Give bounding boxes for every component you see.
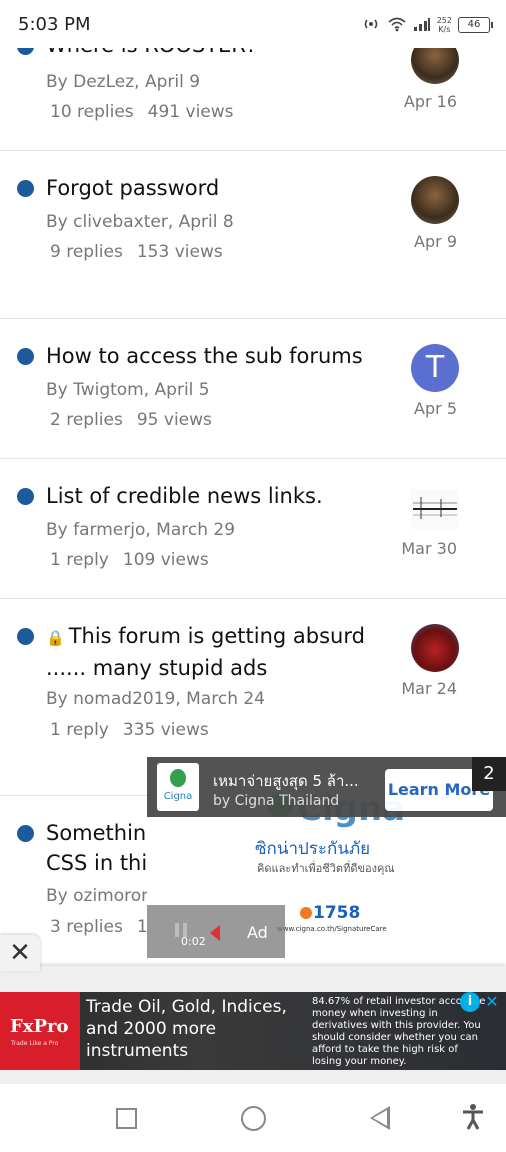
battery-icon: 46 bbox=[458, 17, 493, 33]
fxpro-tagline: Trade Like a Pro bbox=[11, 1040, 59, 1047]
hotspot-icon bbox=[361, 16, 381, 35]
ad-close-icon[interactable]: ✕ bbox=[482, 992, 502, 1012]
topic-stats: 1 reply 109 views bbox=[50, 550, 209, 570]
topic-row[interactable]: List of credible news links. By farmerjo… bbox=[0, 459, 506, 599]
ad-url: www.cigna.co.th/SignatureCare bbox=[277, 925, 387, 933]
lock-icon: 🔒 bbox=[46, 629, 65, 647]
topic-title-text: This forum is getting absurd ...... many… bbox=[46, 624, 365, 680]
reply-count: 3 replies bbox=[50, 917, 123, 937]
unread-dot-icon bbox=[17, 628, 34, 645]
status-bar: 5:03 PM 252 K/s 46 bbox=[0, 0, 506, 48]
video-ad[interactable]: Cigna ซิกน่าประกันภัย คิดและทำเพื่อชีวิต… bbox=[147, 757, 506, 958]
view-count: 491 views bbox=[147, 102, 234, 122]
topic-author[interactable]: By Twigtom, April 5 bbox=[46, 380, 210, 400]
ad-phone: 1758 bbox=[313, 903, 361, 923]
status-time: 5:03 PM bbox=[18, 14, 91, 35]
avatar[interactable] bbox=[411, 176, 459, 224]
unread-dot-icon bbox=[17, 180, 34, 197]
banner-headline[interactable]: Trade Oil, Gold, Indices, and 2000 more … bbox=[86, 996, 306, 1062]
last-post-date[interactable]: Mar 24 bbox=[401, 679, 457, 698]
signal-icon bbox=[413, 16, 431, 35]
back-icon[interactable] bbox=[370, 1106, 390, 1130]
home-icon[interactable] bbox=[241, 1106, 266, 1131]
ad-count-badge: 2 bbox=[472, 757, 506, 791]
unread-dot-icon bbox=[17, 488, 34, 505]
fxpro-logo[interactable]: FxPro Trade Like a Pro bbox=[0, 992, 80, 1070]
mute-speaker-icon[interactable] bbox=[210, 925, 220, 941]
topic-row[interactable]: Forgot password By clivebaxter, April 8 … bbox=[0, 151, 506, 319]
accessibility-icon[interactable] bbox=[462, 1104, 484, 1136]
avatar[interactable] bbox=[411, 624, 459, 672]
ad-info-bar[interactable]: Cigna เหมาจ่ายสูงสุด 5 ล้า... by Cigna T… bbox=[147, 757, 506, 817]
last-post-date[interactable]: Apr 5 bbox=[414, 399, 457, 418]
topic-title[interactable]: List of credible news links. bbox=[46, 481, 386, 511]
advertiser-logo[interactable]: Cigna bbox=[157, 763, 199, 811]
logo-text: Cigna bbox=[163, 791, 193, 802]
ad-subtagline: คิดและทำเพื่อชีวิตที่ดีของคุณ bbox=[257, 862, 395, 875]
close-icon[interactable]: ✕ bbox=[0, 935, 40, 971]
adchoices-icon[interactable]: i bbox=[460, 992, 480, 1012]
navigation-bar bbox=[0, 1084, 506, 1152]
ad-byline: by Cigna Thailand bbox=[213, 793, 340, 809]
view-count: 95 views bbox=[136, 410, 212, 430]
topic-stats: 1 reply 335 views bbox=[50, 720, 209, 740]
view-count: 153 views bbox=[136, 242, 223, 262]
last-post-date[interactable]: Mar 30 bbox=[401, 539, 457, 558]
net-speed-value: 252 bbox=[436, 16, 452, 25]
video-timer: 0:02 bbox=[181, 935, 206, 948]
unread-dot-icon bbox=[17, 825, 34, 842]
topic-author[interactable]: By ozimoron bbox=[46, 886, 152, 906]
topic-title[interactable]: How to access the sub forums bbox=[46, 341, 406, 371]
recent-apps-icon[interactable] bbox=[116, 1108, 137, 1129]
reply-count: 1 reply bbox=[50, 550, 109, 570]
net-speed: 252 K/s bbox=[437, 16, 452, 34]
reply-count: 9 replies bbox=[50, 242, 123, 262]
avatar[interactable]: T bbox=[411, 344, 459, 392]
net-speed-unit: K/s bbox=[438, 25, 451, 34]
topic-author[interactable]: By clivebaxter, April 8 bbox=[46, 212, 234, 232]
view-count: 109 views bbox=[122, 550, 209, 570]
banner-ad[interactable]: FxPro Trade Like a Pro Trade Oil, Gold, … bbox=[0, 992, 506, 1070]
wifi-icon bbox=[387, 16, 407, 35]
tree-icon bbox=[170, 769, 186, 787]
ad-tagline: ซิกน่าประกันภัย bbox=[255, 839, 371, 859]
ad-headline[interactable]: เหมาจ่ายสูงสุด 5 ล้า... bbox=[213, 769, 359, 793]
reply-count: 2 replies bbox=[50, 410, 123, 430]
video-controls[interactable]: 0:02 Ad bbox=[147, 905, 285, 958]
topic-stats: 3 replies13 bbox=[50, 917, 159, 937]
ad-label: Ad bbox=[247, 923, 268, 942]
topic-author[interactable]: By nomad2019, March 24 bbox=[46, 689, 265, 709]
reply-count: 10 replies bbox=[50, 102, 134, 122]
topic-title[interactable]: Somethin CSS in thi bbox=[46, 818, 156, 878]
view-count: 335 views bbox=[122, 720, 209, 740]
status-icons: 252 K/s 46 bbox=[361, 14, 493, 36]
topic-author[interactable]: By DezLez, April 9 bbox=[46, 72, 200, 92]
topic-author[interactable]: By farmerjo, March 29 bbox=[46, 520, 235, 540]
topic-stats: 2 replies 95 views bbox=[50, 410, 212, 430]
avatar[interactable] bbox=[411, 489, 459, 529]
topic-title[interactable]: 🔒 This forum is getting absurd ...... man… bbox=[46, 621, 396, 683]
reply-count: 1 reply bbox=[50, 720, 109, 740]
topic-title[interactable]: Forgot password bbox=[46, 173, 386, 203]
topic-stats: 10 replies 491 views bbox=[50, 102, 234, 122]
unread-dot-icon bbox=[17, 348, 34, 365]
last-post-date[interactable]: Apr 16 bbox=[404, 92, 457, 111]
fxpro-name: FxPro bbox=[10, 1016, 69, 1037]
topic-row[interactable]: How to access the sub forums By Twigtom,… bbox=[0, 319, 506, 459]
topic-stats: 9 replies 153 views bbox=[50, 242, 223, 262]
last-post-date[interactable]: Apr 9 bbox=[414, 232, 457, 251]
